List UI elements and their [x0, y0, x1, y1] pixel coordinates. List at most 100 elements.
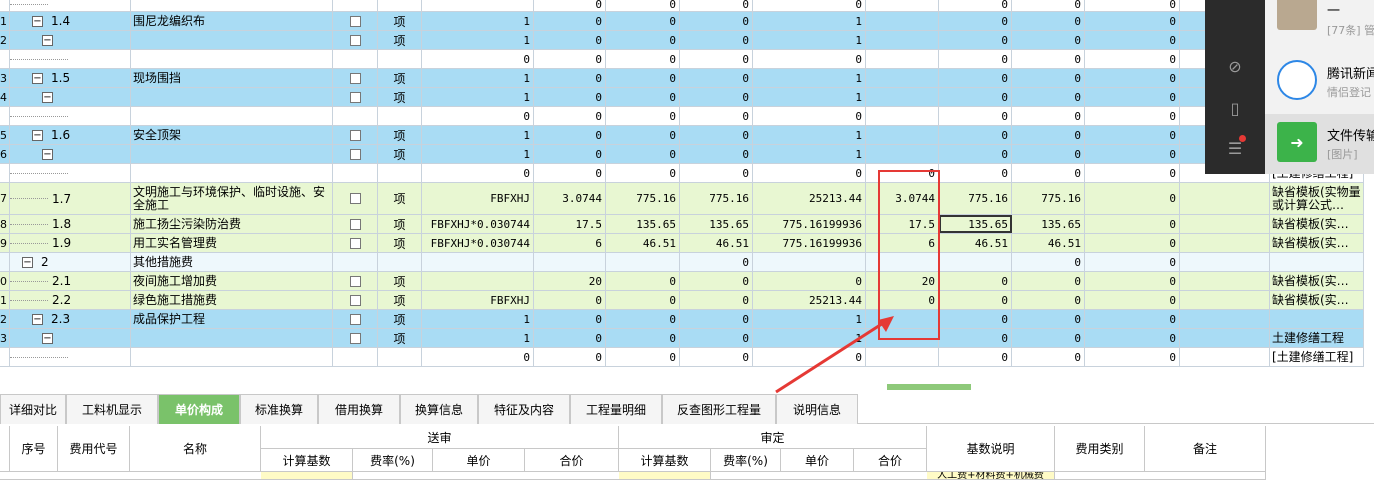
- cell-rowno: [0, 107, 10, 125]
- row-checkbox[interactable]: [349, 148, 361, 160]
- row-checkbox[interactable]: [349, 91, 361, 103]
- cell-v5: [866, 0, 939, 11]
- cell-v6: 0: [939, 126, 1012, 144]
- cell-v7: 0: [1012, 272, 1085, 290]
- cell-v3: 0: [680, 291, 753, 309]
- row-checkbox[interactable]: [349, 275, 361, 287]
- empty-cell: [1180, 272, 1270, 290]
- table-row[interactable]: 00000000: [0, 50, 1364, 69]
- tree-cell: −: [10, 88, 131, 106]
- tab-8[interactable]: 反查图形工程量: [662, 394, 776, 424]
- col-send-base: 计算基数: [261, 449, 353, 472]
- row-checkbox[interactable]: [349, 129, 361, 141]
- table-row[interactable]: 0 2.1 夜间施工增加费项 20 0 0 0 20 0 0 0 缺省模板(实…: [0, 272, 1364, 291]
- cell-unit: [378, 107, 422, 125]
- item-code: 1.8: [52, 217, 72, 231]
- table-row[interactable]: −2 其他措施费 0 0 0: [0, 253, 1364, 272]
- row-checkbox[interactable]: [349, 237, 361, 249]
- cell-v2: 0: [606, 31, 680, 49]
- table-row[interactable]: 8 1.8 施工扬尘污染防治费项 FBFXHJ*0.030744 17.5 135.65 1…: [0, 215, 1364, 234]
- cell-base: 1: [422, 31, 534, 49]
- table-row[interactable]: 7 1.7 文明施工与环境保护、临时设施、安全施工项 FBFXHJ 3.0744 775.…: [0, 183, 1364, 215]
- tree-cell: −2.3: [10, 310, 131, 328]
- row-checkbox[interactable]: [349, 15, 361, 27]
- annotation-arrow: [775, 316, 894, 394]
- tab-1[interactable]: 工料机显示: [66, 394, 158, 424]
- cell-unit: [378, 164, 422, 182]
- table-row[interactable]: 5−1.6 安全顶架项 1 0 0 0 1 0 0 0: [0, 126, 1364, 145]
- detail-tabbar: 详细对比 工料机显示 单价构成 标准换算 借用换算 换算信息 特征及内容 工程量明细 反查图形工…: [0, 394, 1374, 424]
- cell-v4: 25213.44: [753, 183, 866, 214]
- table-row[interactable]: 9 1.9 用工实名管理费项 FBFXHJ*0.030744 6 46.51 46.51 77…: [0, 234, 1364, 253]
- table-row[interactable]: 00000000: [0, 107, 1364, 126]
- collapse-toggle-icon[interactable]: −: [42, 332, 53, 344]
- phone-icon[interactable]: ▯: [1223, 96, 1247, 120]
- collapse-toggle-icon[interactable]: −: [32, 72, 43, 84]
- cell-v4: 1: [753, 88, 866, 106]
- col-base-desc: 基数说明: [927, 426, 1055, 472]
- cell-base: FBFXHJ: [422, 183, 534, 214]
- cell-v2: 0: [606, 0, 680, 11]
- table-row[interactable]: 1 2.2 绿色施工措施费项 FBFXHJ 0 0 0 25213.44 0 0 0 0 缺省模板(实…: [0, 291, 1364, 310]
- tree-connector: [10, 299, 48, 301]
- row-checkbox[interactable]: [349, 294, 361, 306]
- empty-cell: [1180, 329, 1270, 347]
- table-row[interactable]: 3−项10001000土建修缮工程: [0, 329, 1364, 348]
- chat-item-tencent-news[interactable]: 腾讯新闻 情侣登记: [1265, 52, 1374, 108]
- table-row[interactable]: 4− 项 1 0 0 0 1 0 0 0: [0, 88, 1364, 107]
- table-row[interactable]: 0000000: [0, 0, 1364, 12]
- tab-2[interactable]: 单价构成: [158, 394, 240, 424]
- table-row[interactable]: 3−1.5 现场围挡项 1 0 0 0 1 0 0 0: [0, 69, 1364, 88]
- cell-rem: 缺省模板(实…: [1270, 234, 1364, 252]
- collapse-toggle-icon[interactable]: −: [42, 34, 53, 46]
- collapse-toggle-icon[interactable]: −: [32, 15, 43, 27]
- cell-name: [131, 50, 333, 68]
- tab-9[interactable]: 说明信息: [776, 394, 858, 424]
- link-icon[interactable]: ⊘: [1223, 54, 1247, 78]
- cell-v7: 0: [1012, 348, 1085, 366]
- tab-3[interactable]: 标准换算: [240, 394, 318, 424]
- cell-v6: 0: [939, 145, 1012, 163]
- tab-4[interactable]: 借用换算: [318, 394, 400, 424]
- cell-name: [131, 329, 333, 347]
- row-checkbox[interactable]: [349, 34, 361, 46]
- collapse-toggle-icon[interactable]: −: [32, 129, 43, 141]
- table-row[interactable]: 1−1.4 围尼龙编织布项 1 0 0 0 1 0 0 0: [0, 12, 1364, 31]
- cell-v8: 0: [1085, 107, 1180, 125]
- row-checkbox-cell: [333, 310, 378, 328]
- col-name: 名称: [130, 426, 261, 472]
- collapse-toggle-icon[interactable]: −: [22, 256, 33, 268]
- cell-rowno: [0, 164, 10, 182]
- collapse-toggle-icon[interactable]: −: [42, 148, 53, 160]
- review-base-cell[interactable]: [619, 472, 711, 480]
- tab-7[interactable]: 工程量明细: [570, 394, 662, 424]
- table-row[interactable]: 6− 项 1 0 0 0 1 0 0 0: [0, 145, 1364, 164]
- row-checkbox[interactable]: [349, 218, 361, 230]
- chat-item-file-transfer[interactable]: ➜ 文件传输 [图片]: [1265, 114, 1374, 174]
- row-checkbox-cell: [333, 107, 378, 125]
- panel-splitter[interactable]: [887, 384, 971, 390]
- tree-cell: 1.9: [10, 234, 131, 252]
- cell-unit: 项: [378, 126, 422, 144]
- tab-5[interactable]: 换算信息: [400, 394, 478, 424]
- tab-6[interactable]: 特征及内容: [478, 394, 570, 424]
- collapse-toggle-icon[interactable]: −: [32, 313, 43, 325]
- unit-price-table: 序号 费用代号 名称 送审 计算基数 费率(%) 单价 合价 审定 计算基数 费…: [0, 426, 1266, 480]
- table-row[interactable]: 2− 项 1 0 0 0 1 0 0 0: [0, 31, 1364, 50]
- table-row[interactable]: 0 0 0 0 0 0 0 0 [土建修缮工程]: [0, 348, 1364, 367]
- collapse-toggle-icon[interactable]: −: [42, 91, 53, 103]
- table-row[interactable]: 000000000[土建修缮工程]: [0, 164, 1364, 183]
- send-base-cell[interactable]: [261, 472, 353, 480]
- row-checkbox[interactable]: [349, 332, 361, 344]
- cell-v8: 0: [1085, 145, 1180, 163]
- cell-rowno: 9: [0, 234, 10, 252]
- row-checkbox[interactable]: [349, 193, 361, 204]
- table-row[interactable]: 2−2.3 成品保护工程项 1 0 0 0 1 0 0 0: [0, 310, 1364, 329]
- row-checkbox[interactable]: [349, 72, 361, 84]
- chat-item-group[interactable]: 一 [77条] 管: [1265, 0, 1374, 60]
- row-checkbox[interactable]: [349, 313, 361, 325]
- cell-v5: [866, 107, 939, 125]
- cell-v7: 0: [1012, 50, 1085, 68]
- row-checkbox-cell: [333, 348, 378, 366]
- tab-0[interactable]: 详细对比: [0, 394, 66, 424]
